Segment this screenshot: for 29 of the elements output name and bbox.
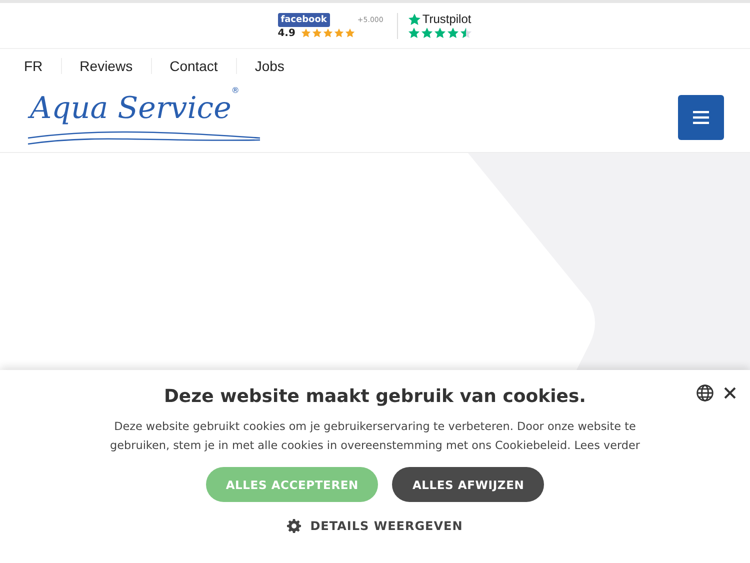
- menu-button[interactable]: [678, 94, 724, 140]
- gear-icon: [287, 519, 302, 533]
- cookie-title: Deze website maakt gebruik van cookies.: [162, 386, 587, 407]
- facebook-badge[interactable]: facebook: [278, 12, 330, 26]
- close-icon[interactable]: [724, 387, 736, 399]
- logo[interactable]: Aqua Service$^{®}$: [26, 86, 266, 148]
- rating-value: 4.9: [278, 28, 296, 38]
- star-icon: [323, 28, 334, 38]
- star-icon: [408, 27, 420, 39]
- star-icon: [312, 28, 322, 38]
- cookie-button[interactable]: ALLES AFWIJZEN: [392, 467, 544, 502]
- star-icon: [334, 28, 344, 38]
- star-icon: [301, 28, 312, 38]
- star-icon: [447, 27, 460, 39]
- trustpilot-label[interactable]: Trustpilot: [422, 12, 472, 26]
- star-icon: [421, 27, 434, 39]
- details-link[interactable]: DETAILS WEERGEVEN: [310, 519, 463, 533]
- cookie-text: Deze website gebruikt cookies om je gebruikerservaring te verbeteren. Door onze website te gebruiken, stem je in met alle cookies in overeenstemming met ons Cookiebeleid. Lees verder: [109, 419, 641, 454]
- nav-link[interactable]: FR: [6, 58, 61, 74]
- star-icon: [408, 12, 422, 26]
- star-icon: [345, 28, 356, 38]
- star-icon: [460, 27, 472, 39]
- menu-icon: [693, 110, 709, 124]
- language-icon[interactable]: [696, 384, 714, 402]
- nav-link[interactable]: Reviews: [60, 58, 151, 74]
- star-icon: [434, 27, 446, 39]
- nav-link[interactable]: Jobs: [236, 58, 302, 74]
- read-more-link[interactable]: Lees verder: [574, 439, 640, 452]
- nav-link[interactable]: Contact: [150, 58, 236, 74]
